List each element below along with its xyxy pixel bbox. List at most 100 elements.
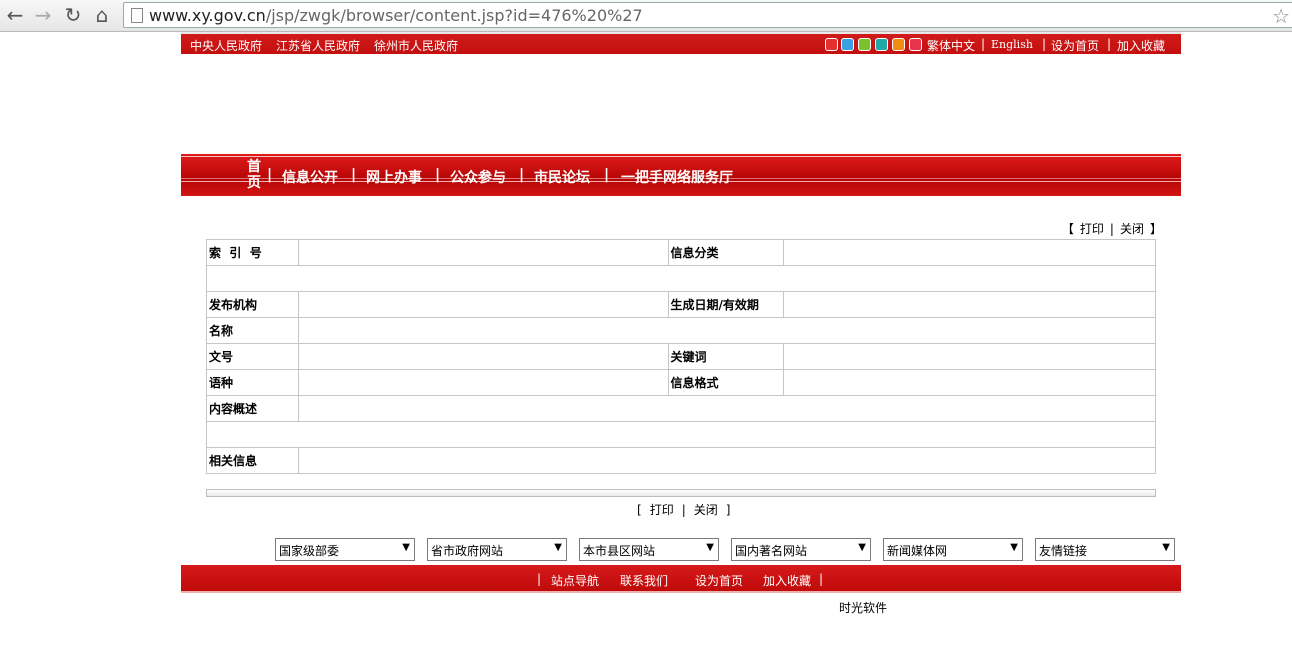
select-famous-sites[interactable]: 国内著名网站 ▼	[731, 538, 871, 561]
table-row: 内容概述	[206, 395, 1157, 422]
dropdown-arrow-icon: ▼	[1010, 542, 1018, 553]
nav-separator: |	[604, 167, 610, 183]
nav-separator: |	[351, 167, 357, 183]
label-publisher: 发布机构	[206, 291, 299, 318]
page-icon	[131, 8, 143, 23]
url-text[interactable]: www.xy.gov.cn/jsp/zwgk/browser/content.j…	[149, 6, 643, 25]
select-news-media[interactable]: 新闻媒体网 ▼	[883, 538, 1023, 561]
theme-swatch-blue[interactable]	[841, 38, 854, 51]
table-row	[206, 265, 1156, 292]
link-xuzhou-government[interactable]: 徐州市人民政府	[374, 37, 458, 54]
select-friendly-links[interactable]: 友情链接 ▼	[1035, 538, 1175, 561]
value-publisher	[297, 291, 669, 318]
select-provincial-sites[interactable]: 省市政府网站 ▼	[427, 538, 567, 561]
select-county-sites[interactable]: 本市县区网站 ▼	[579, 538, 719, 561]
separator: |	[819, 572, 824, 586]
separator: |	[537, 572, 542, 586]
footer-bar: | 站点导航 联系我们 设为首页 加入收藏 |	[181, 565, 1181, 593]
value-name	[297, 317, 1157, 344]
nav-highlight-line	[181, 156, 1181, 157]
nav-info-disclosure[interactable]: 信息公开	[282, 167, 338, 187]
link-jiangsu-government[interactable]: 江苏省人民政府	[276, 37, 360, 54]
value-category	[783, 239, 1156, 266]
nav-separator: |	[519, 167, 525, 183]
label-doc-no: 文号	[206, 343, 299, 370]
page-content: 中央人民政府 江苏省人民政府 徐州市人民政府 繁体中文 | English | …	[181, 32, 1181, 670]
address-bar[interactable]: www.xy.gov.cn/jsp/zwgk/browser/content.j…	[123, 2, 1292, 28]
table-row	[206, 421, 1156, 448]
back-icon[interactable]: ←	[3, 3, 27, 27]
value-language	[297, 369, 669, 396]
dropdown-arrow-icon: ▼	[858, 542, 866, 553]
value-date	[783, 291, 1156, 318]
main-navigation: 首页 | 信息公开 | 网上办事 | 公众参与 | 市民论坛 | 一把手网络服务…	[181, 154, 1181, 196]
link-traditional-chinese[interactable]: 繁体中文	[927, 37, 975, 54]
separator: |	[1042, 37, 1047, 51]
nav-online-services[interactable]: 网上办事	[366, 167, 422, 187]
footer-set-homepage[interactable]: 设为首页	[695, 572, 743, 589]
footer-site-nav[interactable]: 站点导航	[551, 572, 599, 589]
empty-row	[206, 421, 1156, 448]
print-link[interactable]: 打印	[650, 503, 674, 517]
close-link[interactable]: 关闭	[694, 503, 718, 517]
link-add-favorite[interactable]: 加入收藏	[1117, 37, 1165, 54]
info-table: 索 引 号 信息分类 发布机构 生成日期/有效期 名称 文号 关键词 语种 信息…	[206, 239, 1157, 474]
nav-citizen-forum[interactable]: 市民论坛	[534, 167, 590, 187]
dropdown-arrow-icon: ▼	[1162, 542, 1170, 553]
bracket-open: 【	[1061, 222, 1074, 236]
label-related: 相关信息	[206, 447, 299, 474]
select-national-ministries[interactable]: 国家级部委 ▼	[275, 538, 415, 561]
dropdown-arrow-icon: ▼	[554, 542, 562, 553]
url-domain: www.xy.gov.cn	[149, 6, 266, 25]
link-english[interactable]: English	[991, 38, 1033, 51]
value-doc-no	[297, 343, 669, 370]
label-summary: 内容概述	[206, 395, 299, 422]
label-language: 语种	[206, 369, 299, 396]
value-format	[783, 369, 1156, 396]
label-keywords: 关键词	[667, 343, 785, 370]
separator: |	[681, 503, 686, 517]
content-divider	[206, 489, 1156, 497]
select-value: 友情链接	[1039, 544, 1088, 558]
separator: |	[1109, 222, 1114, 236]
theme-swatch-orange[interactable]	[892, 38, 905, 51]
theme-swatch-green[interactable]	[858, 38, 871, 51]
footer-contact-us[interactable]: 联系我们	[620, 572, 668, 589]
empty-row	[206, 265, 1156, 292]
theme-swatch-red[interactable]	[825, 38, 838, 51]
table-row: 相关信息	[206, 447, 1157, 474]
link-set-homepage[interactable]: 设为首页	[1051, 37, 1099, 54]
theme-swatch-pink[interactable]	[909, 38, 922, 51]
select-value: 新闻媒体网	[887, 544, 948, 558]
print-close-top: 【打印 | 关闭】	[1059, 220, 1165, 237]
value-index-no	[297, 239, 669, 266]
footer-add-favorite[interactable]: 加入收藏	[763, 572, 811, 589]
reload-icon[interactable]: ↻	[61, 3, 85, 27]
top-link-bar: 中央人民政府 江苏省人民政府 徐州市人民政府 繁体中文 | English | …	[181, 32, 1181, 54]
nav-home[interactable]: 首页	[247, 159, 263, 191]
credit-text: 时光软件	[839, 601, 888, 615]
bracket-close: ]	[725, 503, 731, 517]
table-row: 语种 信息格式	[206, 369, 1156, 396]
label-format: 信息格式	[667, 369, 785, 396]
nav-leader-service-hall[interactable]: 一把手网络服务厅	[621, 167, 733, 187]
select-value: 国内著名网站	[735, 544, 808, 558]
nav-separator: |	[267, 167, 273, 183]
close-link[interactable]: 关闭	[1120, 222, 1144, 236]
table-row: 索 引 号 信息分类	[206, 239, 1156, 266]
url-path: /jsp/zwgk/browser/content.jsp?id=476%20%…	[265, 6, 643, 25]
value-related	[297, 447, 1157, 474]
separator: |	[1107, 37, 1112, 51]
forward-icon[interactable]: →	[31, 3, 55, 27]
bracket-open: [	[637, 503, 642, 517]
nav-public-participation[interactable]: 公众参与	[450, 167, 506, 187]
table-row: 名称	[206, 317, 1157, 344]
print-close-bottom: [ 打印 | 关闭]	[633, 501, 734, 518]
link-central-government[interactable]: 中央人民政府	[190, 37, 262, 54]
print-link[interactable]: 打印	[1080, 222, 1104, 236]
browser-toolbar: ← → ↻ ⌂ www.xy.gov.cn/jsp/zwgk/browser/c…	[0, 0, 1292, 32]
select-value: 国家级部委	[279, 544, 340, 558]
bookmark-star-icon[interactable]: ☆	[1272, 4, 1290, 28]
theme-swatch-teal[interactable]	[875, 38, 888, 51]
home-icon[interactable]: ⌂	[90, 3, 114, 27]
